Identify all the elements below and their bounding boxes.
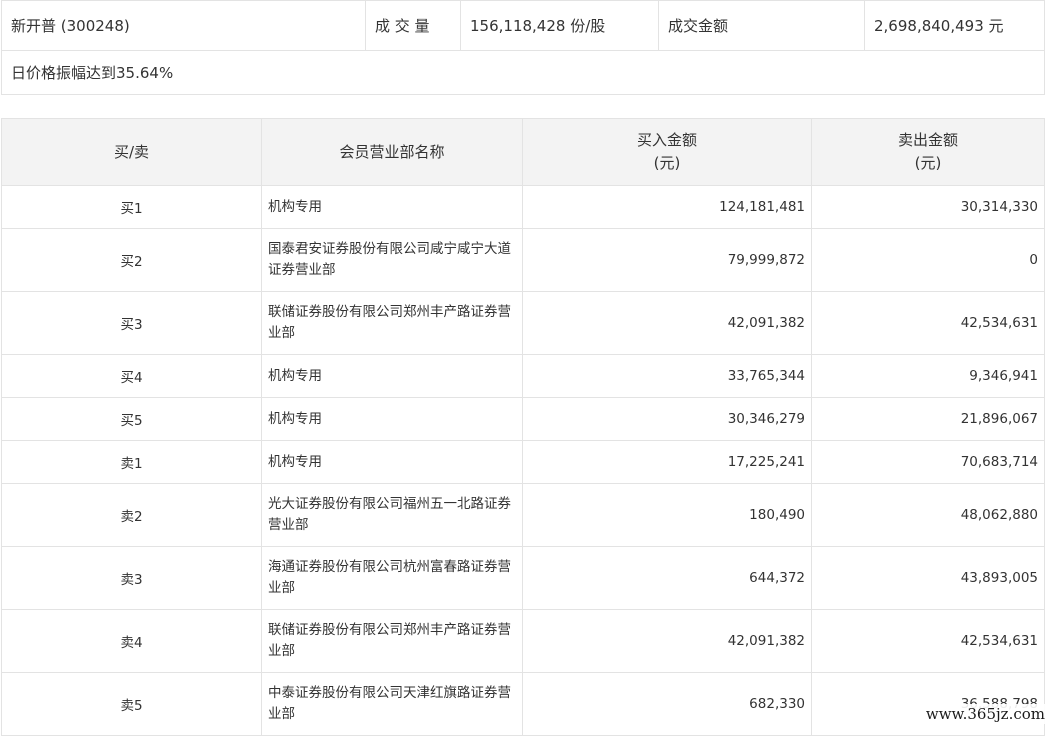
row-direction: 买2 (1, 228, 262, 292)
header-direction: 买/卖 (1, 118, 262, 186)
row-buy-amount: 644,372 (522, 546, 812, 610)
row-member-name: 光大证券股份有限公司福州五一北路证券营业部 (261, 483, 523, 547)
row-buy-amount: 79,999,872 (522, 228, 812, 292)
row-direction: 买4 (1, 354, 262, 398)
header-buy-title: 买入金额 (636, 131, 697, 149)
volume-label: 成 交 量 (365, 0, 461, 51)
row-buy-amount: 180,490 (522, 483, 812, 547)
row-buy-amount: 33,765,344 (522, 354, 812, 398)
header-sell-title: 卖出金额 (897, 131, 958, 149)
row-sell-amount: 9,346,941 (811, 354, 1045, 398)
row-direction: 卖5 (1, 672, 262, 736)
table-row: 卖4 联储证券股份有限公司郑州丰产路证券营业部 42,091,382 42,53… (1, 609, 1045, 673)
row-buy-amount: 124,181,481 (522, 185, 812, 229)
row-direction: 买3 (1, 291, 262, 355)
volume-value: 156,118,428 份/股 (460, 0, 659, 51)
row-sell-amount: 43,893,005 (811, 546, 1045, 610)
site-watermark: www.365jz.com (920, 704, 1050, 724)
header-buy-amount: 买入金额 (元) (522, 118, 812, 186)
header-buy-unit: (元) (653, 154, 681, 172)
row-direction: 卖2 (1, 483, 262, 547)
header-sell-amount: 卖出金额 (元) (811, 118, 1045, 186)
table-row: 卖5 中泰证券股份有限公司天津红旗路证券营业部 682,330 36,588,7… (1, 672, 1045, 736)
row-sell-amount: 21,896,067 (811, 397, 1045, 441)
row-direction: 买1 (1, 185, 262, 229)
amplitude-note: 日价格振幅达到35.64% (1, 50, 1045, 95)
row-direction: 卖1 (1, 440, 262, 484)
row-buy-amount: 42,091,382 (522, 291, 812, 355)
row-member-name: 机构专用 (261, 354, 523, 398)
row-member-name: 机构专用 (261, 397, 523, 441)
row-sell-amount: 30,314,330 (811, 185, 1045, 229)
row-direction: 卖4 (1, 609, 262, 673)
table-header-row: 买/卖 会员营业部名称 买入金额 (元) 卖出金额 (元) (1, 118, 1045, 186)
header-sell-unit: (元) (914, 154, 942, 172)
row-direction: 买5 (1, 397, 262, 441)
header-member: 会员营业部名称 (261, 118, 523, 186)
row-member-name: 联储证券股份有限公司郑州丰产路证券营业部 (261, 609, 523, 673)
row-buy-amount: 30,346,279 (522, 397, 812, 441)
table-row: 卖3 海通证券股份有限公司杭州富春路证券营业部 644,372 43,893,0… (1, 546, 1045, 610)
row-buy-amount: 17,225,241 (522, 440, 812, 484)
summary-note-row: 日价格振幅达到35.64% (1, 50, 1045, 95)
row-member-name: 联储证券股份有限公司郑州丰产路证券营业部 (261, 291, 523, 355)
stock-summary-table: 新开普 (300248) 成 交 量 156,118,428 份/股 成交金额 … (1, 0, 1045, 95)
row-member-name: 国泰君安证券股份有限公司咸宁咸宁大道证券营业部 (261, 228, 523, 292)
row-sell-amount: 48,062,880 (811, 483, 1045, 547)
row-direction: 卖3 (1, 546, 262, 610)
table-row: 卖1 机构专用 17,225,241 70,683,714 (1, 440, 1045, 484)
row-sell-amount: 42,534,631 (811, 609, 1045, 673)
table-row: 买4 机构专用 33,765,344 9,346,941 (1, 354, 1045, 398)
row-member-name: 中泰证券股份有限公司天津红旗路证券营业部 (261, 672, 523, 736)
table-row: 买5 机构专用 30,346,279 21,896,067 (1, 397, 1045, 441)
row-buy-amount: 42,091,382 (522, 609, 812, 673)
row-sell-amount: 42,534,631 (811, 291, 1045, 355)
row-member-name: 机构专用 (261, 185, 523, 229)
row-buy-amount: 682,330 (522, 672, 812, 736)
table-row: 卖2 光大证券股份有限公司福州五一北路证券营业部 180,490 48,062,… (1, 483, 1045, 547)
amount-value: 2,698,840,493 元 (864, 0, 1045, 51)
trading-seats-table: 买/卖 会员营业部名称 买入金额 (元) 卖出金额 (元) 买1 机构专用 12… (1, 118, 1045, 736)
table-row: 买1 机构专用 124,181,481 30,314,330 (1, 185, 1045, 229)
row-member-name: 海通证券股份有限公司杭州富春路证券营业部 (261, 546, 523, 610)
amount-label: 成交金额 (658, 0, 865, 51)
summary-row: 新开普 (300248) 成 交 量 156,118,428 份/股 成交金额 … (1, 0, 1045, 51)
row-member-name: 机构专用 (261, 440, 523, 484)
stock-name: 新开普 (300248) (1, 0, 366, 51)
table-row: 买2 国泰君安证券股份有限公司咸宁咸宁大道证券营业部 79,999,872 0 (1, 228, 1045, 292)
table-row: 买3 联储证券股份有限公司郑州丰产路证券营业部 42,091,382 42,53… (1, 291, 1045, 355)
row-sell-amount: 70,683,714 (811, 440, 1045, 484)
row-sell-amount: 0 (811, 228, 1045, 292)
